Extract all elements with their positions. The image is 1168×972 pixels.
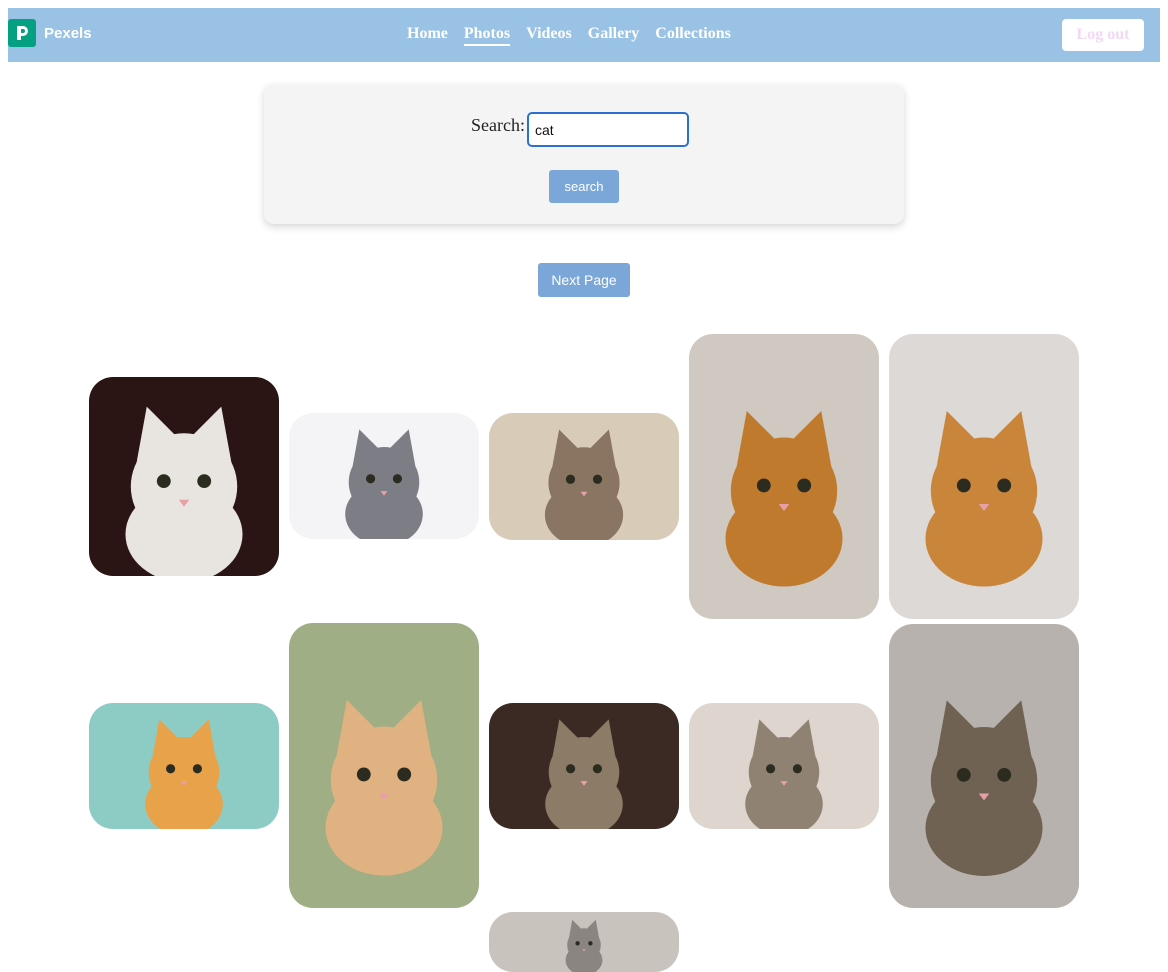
photo-orange-cat-sitting[interactable] (689, 334, 879, 619)
cat-photo-icon (289, 413, 479, 539)
brand[interactable]: Pexels (8, 19, 92, 47)
cat-photo-icon (89, 377, 279, 576)
cat-photo-icon (689, 334, 879, 619)
logout-button[interactable]: Log out (1062, 19, 1144, 51)
cat-photo-icon (889, 334, 1079, 619)
brand-name: Pexels (44, 24, 92, 42)
cat-photo-icon (489, 912, 679, 972)
nav-link-collections[interactable]: Collections (655, 25, 731, 46)
nav-link-photos[interactable]: Photos (463, 25, 511, 46)
photo-grumpy-tabby-cat[interactable] (889, 624, 1079, 908)
nav-links: Home Photos Videos Gallery Collections (407, 25, 731, 46)
next-page-button[interactable]: Next Page (538, 263, 630, 297)
photo-white-kitten[interactable] (89, 377, 279, 576)
nav-link-gallery[interactable]: Gallery (588, 25, 640, 46)
photo-cat-partial[interactable] (489, 912, 679, 972)
nav-link-home[interactable]: Home (407, 25, 448, 46)
cat-photo-icon (89, 703, 279, 829)
search-label: Search: (471, 115, 525, 135)
top-navbar: Pexels Home Photos Videos Gallery Collec… (8, 8, 1160, 62)
cat-photo-icon (689, 703, 879, 829)
search-button[interactable]: search (549, 170, 619, 203)
search-panel: Search: search (264, 84, 904, 224)
search-input[interactable] (526, 112, 689, 147)
photo-sleeping-tabby[interactable] (689, 703, 879, 829)
photo-sleeping-kitten-paws[interactable] (489, 413, 679, 540)
cat-photo-icon (889, 624, 1079, 908)
nav-link-videos[interactable]: Videos (526, 25, 572, 46)
search-row: Search: (471, 112, 689, 147)
photo-gray-white-cat[interactable] (289, 413, 479, 539)
photo-kitten-at-door[interactable] (289, 623, 479, 908)
cat-photo-icon (489, 413, 679, 540)
pexels-logo-icon (8, 19, 36, 47)
photo-orange-cat-bandana[interactable] (889, 334, 1079, 619)
photo-tabby-cat-lying[interactable] (489, 703, 679, 829)
cat-photo-icon (289, 623, 479, 908)
photo-orange-cat-licking[interactable] (89, 703, 279, 829)
cat-photo-icon (489, 703, 679, 829)
